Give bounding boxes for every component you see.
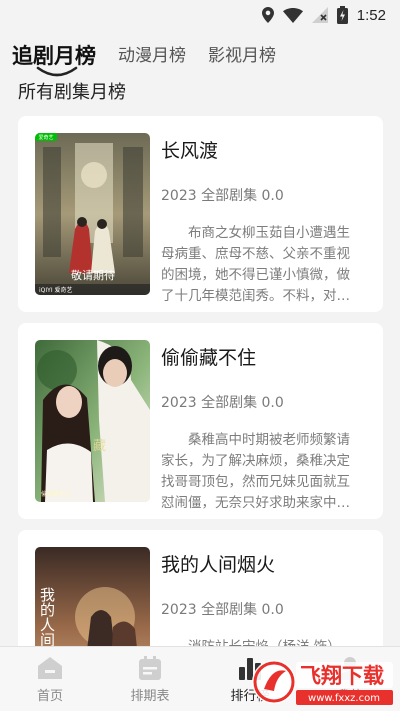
tab-movie-monthly[interactable]: 影视月榜 bbox=[208, 44, 276, 68]
poster-caption: 敬请期待 bbox=[71, 268, 115, 282]
no-signal-icon bbox=[311, 7, 328, 23]
ranking-list[interactable]: 爱奇艺 敬请期待 iQIYI 爱奇艺 长风渡 2023 全部剧集 0.0 布商之… bbox=[18, 116, 383, 646]
tab-label: 追剧月榜 bbox=[12, 44, 96, 68]
nav-schedule[interactable]: 排期表 bbox=[110, 655, 190, 704]
calendar-icon bbox=[139, 656, 161, 680]
nav-label: 排期表 bbox=[130, 689, 170, 704]
item-description: 布商之女柳玉茹自小遭遇生母病重、庶母不慈、父亲不重视的困境，她不得已谨小慎微，做… bbox=[161, 225, 350, 304]
nav-label: 首页 bbox=[36, 689, 63, 704]
item-title[interactable]: 长风渡 bbox=[161, 136, 218, 163]
site-watermark: 飞翔下载 www.fxxz.com bbox=[250, 655, 395, 709]
status-time: 1:52 bbox=[356, 6, 386, 24]
battery-charging-icon bbox=[336, 6, 348, 24]
item-description: 消防站长宋焰（杨洋 饰）和… bbox=[161, 637, 363, 646]
status-bar: 1:52 bbox=[0, 0, 400, 30]
item-meta: 2023 全部剧集 0.0 bbox=[161, 395, 284, 411]
poster-image: 我的人间烟火 bbox=[35, 547, 150, 646]
wifi-icon bbox=[282, 7, 303, 23]
home-icon bbox=[38, 657, 62, 679]
list-item[interactable]: 我的人间烟火 我的人间烟火 2023 全部剧集 0.0 消防站长宋焰（杨洋 饰）… bbox=[18, 530, 383, 646]
tab-drama-monthly[interactable]: 追剧月榜 bbox=[12, 44, 96, 77]
poster-caption: 偷偷藏不住 bbox=[41, 490, 71, 498]
item-title[interactable]: 偷偷藏不住 bbox=[161, 343, 256, 370]
poster-caption: 我的人间烟火 bbox=[38, 587, 56, 646]
item-title[interactable]: 我的人间烟火 bbox=[161, 550, 275, 577]
watermark-url: www.fxxz.com bbox=[308, 693, 380, 704]
item-meta: 2023 全部剧集 0.0 bbox=[161, 188, 284, 204]
rank-tabs: 追剧月榜 动漫月榜 影视月榜 bbox=[12, 34, 298, 77]
nav-home[interactable]: 首页 bbox=[10, 655, 90, 704]
poster-badge: 爱奇艺 bbox=[38, 134, 53, 141]
watermark-text: 飞翔下载 bbox=[300, 664, 384, 688]
section-title: 所有剧集月榜 bbox=[18, 82, 126, 103]
item-meta: 2023 全部剧集 0.0 bbox=[161, 602, 284, 618]
list-item[interactable]: 爱奇艺 敬请期待 iQIYI 爱奇艺 长风渡 2023 全部剧集 0.0 布商之… bbox=[18, 116, 383, 312]
tab-label: 动漫月榜 bbox=[118, 46, 186, 66]
svg-text:藏: 藏 bbox=[93, 439, 106, 454]
tab-label: 影视月榜 bbox=[208, 46, 276, 66]
tab-anime-monthly[interactable]: 动漫月榜 bbox=[118, 44, 186, 68]
item-description: 桑稚高中时期被老师频繁请家长，为了解决麻烦，桑稚决定找哥哥顶包，然而兄妹见面就互… bbox=[161, 432, 350, 511]
poster-image: 藏 偷偷藏不住 bbox=[35, 340, 150, 502]
list-item[interactable]: 藏 偷偷藏不住 偷偷藏不住 2023 全部剧集 0.0 桑稚高中时期被老师频繁请… bbox=[18, 323, 383, 519]
poster-footer: iQIYI 爱奇艺 bbox=[39, 286, 73, 294]
location-icon bbox=[261, 7, 274, 23]
poster-image: 爱奇艺 敬请期待 iQIYI 爱奇艺 bbox=[35, 133, 150, 295]
status-icons: 1:52 bbox=[261, 5, 386, 25]
